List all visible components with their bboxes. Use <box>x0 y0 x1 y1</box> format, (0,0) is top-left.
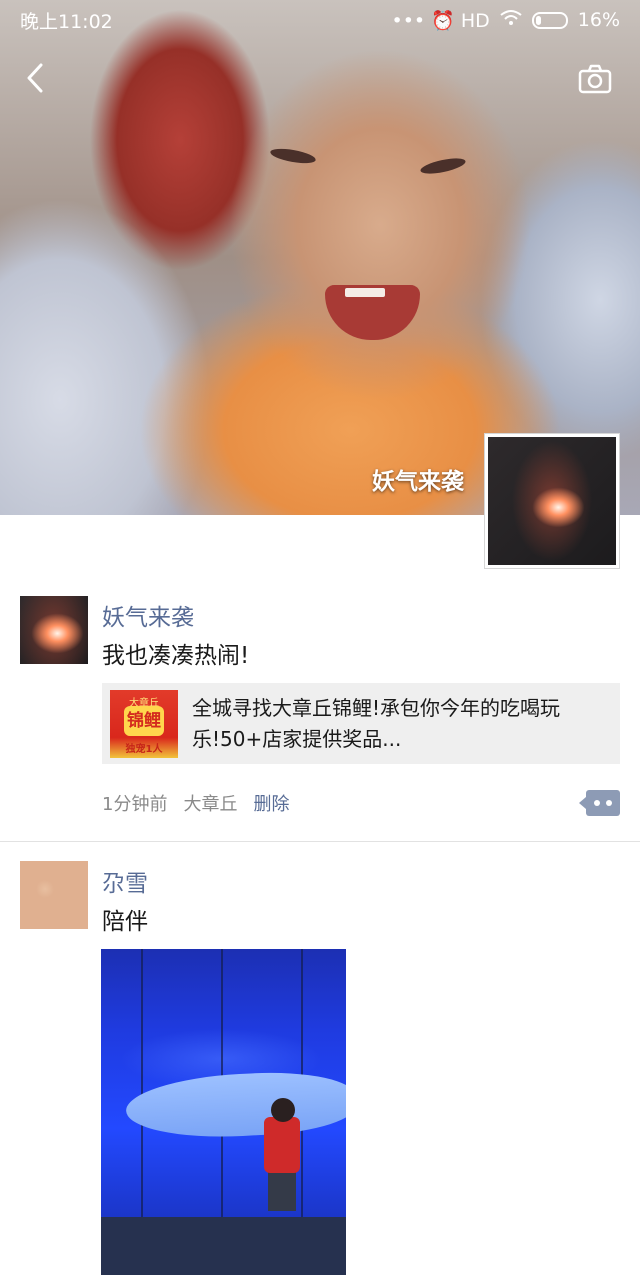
post-time: 1分钟前 <box>102 794 168 815</box>
link-title: 全城寻找大章丘锦鲤!承包你今年的吃喝玩乐!50+店家提供奖品... <box>192 695 561 751</box>
battery-icon <box>531 11 568 29</box>
post-author-name[interactable]: 妖气来袭 <box>102 598 194 632</box>
shared-link-card[interactable]: 大章丘 锦鲤 独宠1人 全城寻找大章丘锦鲤!承包你今年的吃喝玩乐!50+店家提供… <box>102 683 620 764</box>
avatar-image <box>20 596 88 664</box>
link-thumbnail: 大章丘 锦鲤 独宠1人 <box>110 689 178 758</box>
cover-photo-detail <box>345 288 385 297</box>
photo-detail <box>268 1171 296 1211</box>
photo-detail <box>101 1217 346 1275</box>
status-bar: 晚上11:02 ••• ⏰ HD 16% <box>0 0 640 40</box>
post-divider <box>0 841 640 842</box>
battery-percent: 16% <box>577 9 620 31</box>
thumb-main-text: 锦鲤 <box>124 705 164 736</box>
photo-detail <box>264 1117 300 1173</box>
delete-button[interactable]: 删除 <box>253 790 289 816</box>
more-actions-button[interactable] <box>579 790 620 816</box>
cover-user-avatar[interactable] <box>484 433 620 569</box>
post-photo[interactable] <box>101 949 346 1275</box>
cover-photo-detail <box>419 155 467 177</box>
cover-user-name[interactable]: 妖气来袭 <box>372 462 464 496</box>
post-author-name[interactable]: 尕雪 <box>102 864 148 898</box>
status-signal-icons: ••• ⏰ HD <box>391 9 490 32</box>
photo-detail <box>124 1068 346 1142</box>
cover-photo-detail <box>269 146 317 166</box>
post-avatar[interactable] <box>20 596 88 664</box>
post-location[interactable]: 大章丘 <box>183 790 237 816</box>
back-chevron-icon[interactable] <box>22 62 48 94</box>
post-avatar[interactable] <box>20 861 88 929</box>
avatar-image <box>488 437 616 565</box>
thumb-bottom-text: 独宠1人 <box>125 743 163 755</box>
camera-icon[interactable] <box>578 64 612 94</box>
post-text: 我也凑凑热闹! <box>102 643 250 669</box>
dot-icon <box>594 800 600 806</box>
post-text: 陪伴 <box>102 909 148 935</box>
wifi-icon <box>500 9 522 32</box>
photo-detail <box>271 1098 295 1122</box>
dot-icon <box>606 800 612 806</box>
post-meta: 1分钟前 大章丘 删除 <box>102 790 289 816</box>
status-time: 晚上11:02 <box>20 10 113 33</box>
